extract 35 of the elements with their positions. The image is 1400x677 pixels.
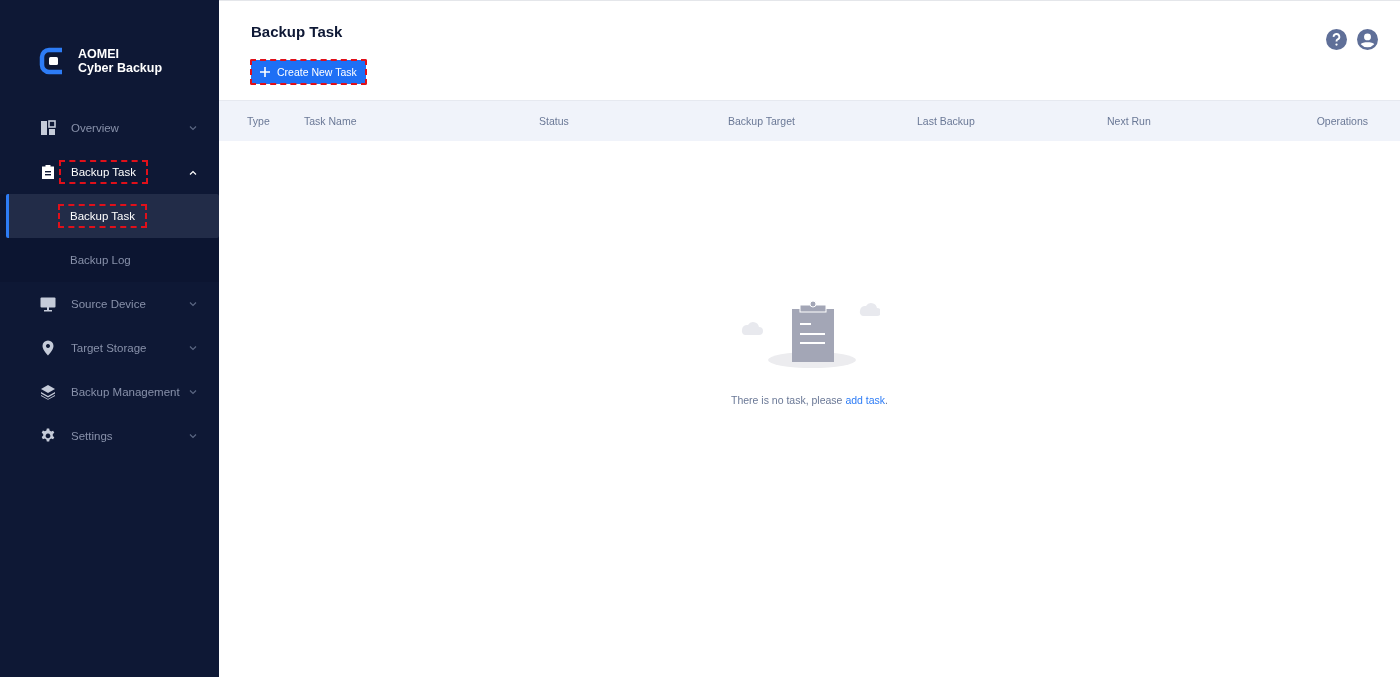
nav-item[interactable]: Backup Management (0, 370, 219, 414)
nav-item[interactable]: Backup Task (0, 150, 219, 194)
location-pin-icon (40, 340, 56, 356)
nav-item[interactable]: Overview (0, 106, 219, 150)
column-header: Backup Target (728, 115, 795, 127)
nav-item[interactable]: Settings (0, 414, 219, 458)
settings-icon (40, 428, 56, 444)
column-header: Next Run (1107, 115, 1151, 127)
chevron-up-icon (189, 169, 197, 175)
plus-icon (260, 67, 270, 77)
submenu-item[interactable]: Backup Log (6, 238, 219, 282)
column-header: Operations (1316, 115, 1368, 127)
clipboard-icon (40, 164, 56, 180)
submenu-item[interactable]: Backup Task (6, 194, 219, 238)
brand-name: Cyber Backup (78, 61, 163, 75)
nav-item[interactable]: Source Device (0, 282, 219, 326)
brand-name: AOMEI (78, 47, 120, 61)
monitor-icon (40, 296, 56, 312)
chevron-down-icon (189, 345, 197, 351)
chevron-down-icon (189, 125, 197, 131)
column-header: Status (539, 115, 569, 127)
nav-item[interactable]: Target Storage (0, 326, 219, 370)
chevron-down-icon (189, 389, 197, 395)
column-header: Type (247, 115, 270, 127)
page-title: Backup Task (251, 23, 344, 40)
column-header: Last Backup (917, 115, 975, 127)
dashboard-icon (40, 120, 56, 136)
help-icon[interactable] (1326, 29, 1347, 50)
user-account-icon[interactable] (1357, 29, 1378, 50)
chevron-down-icon (189, 433, 197, 439)
layers-icon (40, 384, 56, 400)
chevron-down-icon (189, 301, 197, 307)
column-header: Task Name (304, 115, 357, 127)
empty-state-message: There is no task, please add task. (731, 394, 888, 406)
create-task-button[interactable]: Create New Task (251, 60, 366, 84)
